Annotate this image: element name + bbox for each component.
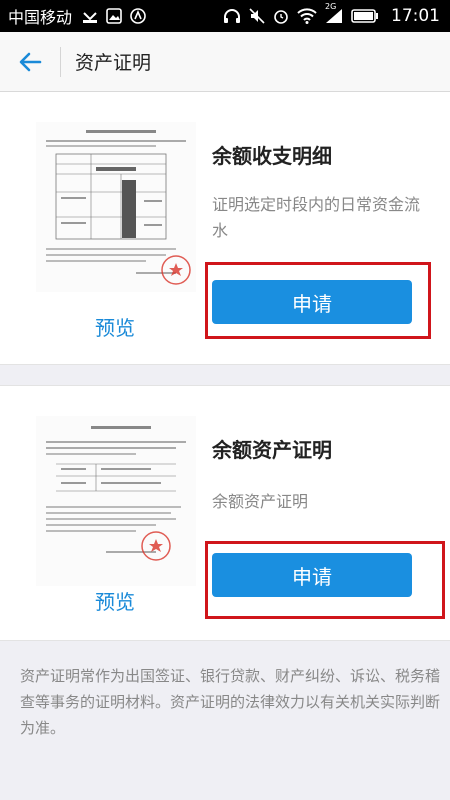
card-title: 余额收支明细 [212,144,332,168]
status-bar: 中国移动 2G 17:01 [0,0,450,32]
card-description: 余额资产证明 [212,492,309,511]
app-icon [130,8,146,24]
footnote-text: 资产证明常作为出国签证、银行贷款、财产纠纷、诉讼、税务稽查等事务的证明材料。资产… [20,667,441,737]
mute-icon [249,8,265,24]
carrier-name: 中国移动 [8,8,73,27]
image-icon [106,8,122,24]
document-thumbnail[interactable] [36,416,196,586]
clock: 17:01 [391,6,440,26]
preview-link[interactable]: 预览 [80,312,150,341]
document-thumbnail[interactable] [36,122,196,292]
arrow-left-icon [19,52,42,71]
card-description: 证明选定时段内的日常资金流水 [212,195,421,240]
asset-proof-card: 预览 余额资产证明 余额资产证明 申请 [0,385,450,641]
battery-icon [351,8,379,24]
app-header: 资产证明 [0,32,450,92]
page-title: 资产证明 [75,52,152,74]
network-type: 2G [325,2,337,11]
headphones-icon [223,8,241,24]
apply-button[interactable]: 申请 [212,280,412,324]
statement-card: 预览 余额收支明细 证明选定时段内的日常资金流水 申请 [0,92,450,365]
wifi-icon [297,8,317,24]
back-button[interactable] [0,32,60,92]
card-title: 余额资产证明 [212,438,332,462]
missed-call-icon [82,8,98,24]
alarm-icon [273,8,289,24]
header-divider [60,46,61,77]
signal-icon: 2G [325,2,343,24]
preview-link[interactable]: 预览 [80,586,150,615]
apply-button[interactable]: 申请 [212,553,412,597]
